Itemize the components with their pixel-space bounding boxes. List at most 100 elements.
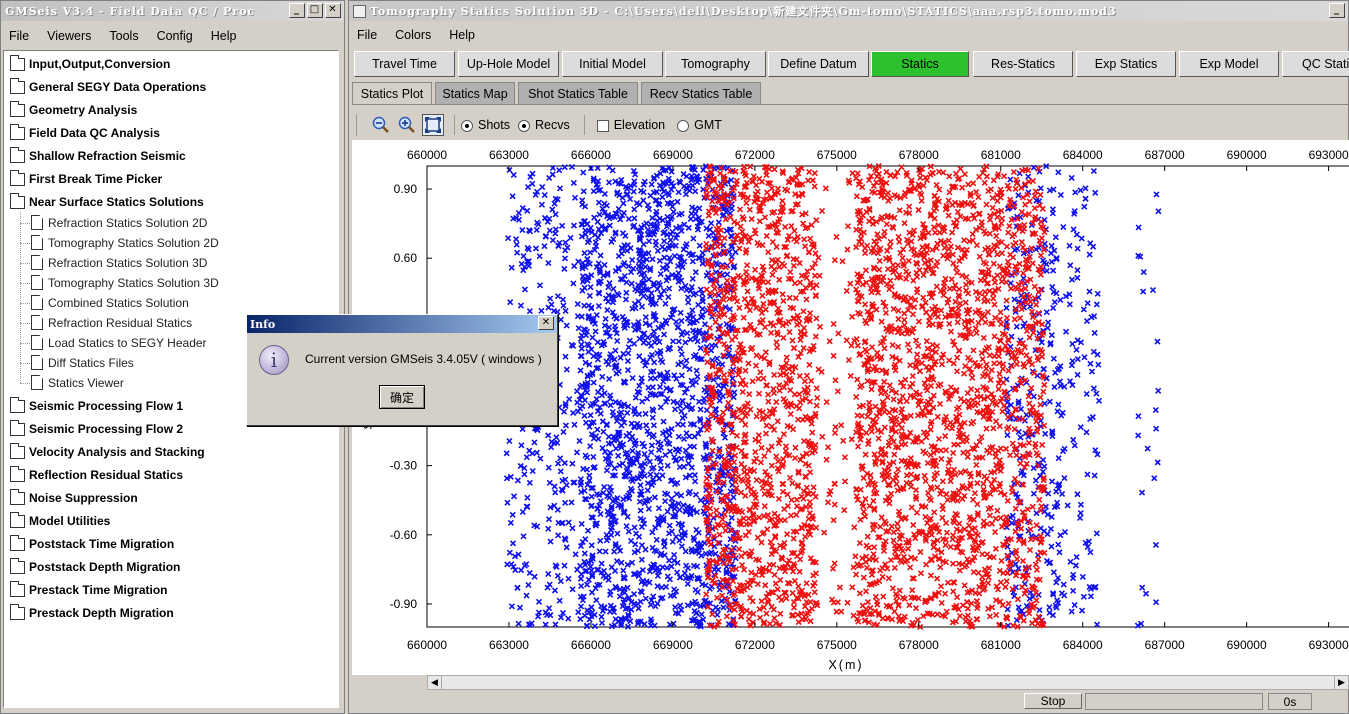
menu-colors[interactable]: Colors <box>393 26 433 44</box>
zoom-out-icon[interactable] <box>370 114 392 136</box>
tree-node-input-output-conversion[interactable]: Input,Output,Conversion <box>10 54 171 71</box>
shots-label: Shots <box>478 118 510 132</box>
tree-connector <box>20 323 30 324</box>
folder-icon <box>10 488 25 505</box>
tree-leaf-refraction-statics-solution-2d[interactable]: Refraction Statics Solution 2D <box>31 215 207 230</box>
gmt-radio[interactable]: GMT <box>677 118 722 132</box>
folder-icon <box>10 123 25 140</box>
tree-node-reflection-residual-statics[interactable]: Reflection Residual Statics <box>10 465 184 482</box>
tree-leaf-statics-viewer[interactable]: Statics Viewer <box>31 375 124 390</box>
tree-node-seismic-processing-flow-1[interactable]: Seismic Processing Flow 1 <box>10 396 183 413</box>
tree-connector <box>20 212 21 383</box>
tab-statics-map[interactable]: Statics Map <box>435 82 515 104</box>
folder-icon <box>10 54 25 71</box>
tree-node-prestack-time-migration[interactable]: Prestack Time Migration <box>10 580 168 597</box>
folder-icon <box>10 100 25 117</box>
tree-node-velocity-analysis-and-stacking[interactable]: Velocity Analysis and Stacking <box>10 442 205 459</box>
left-titlebar[interactable]: GMSeis V3.4 - Field Data QC / Proc _ □ ✕ <box>1 1 344 21</box>
tree-node-poststack-depth-migration[interactable]: Poststack Depth Migration <box>10 557 180 574</box>
right-window-title: Tomography Statics Solution 3D - C:\User… <box>370 5 1117 18</box>
fit-extent-icon[interactable] <box>422 114 444 136</box>
tree-connector <box>20 263 30 264</box>
tab-recv-statics-table[interactable]: Recv Statics Table <box>641 82 761 104</box>
tree-node-seismic-processing-flow-2[interactable]: Seismic Processing Flow 2 <box>10 419 183 436</box>
tab-statics-plot[interactable]: Statics Plot <box>352 82 432 105</box>
tree-leaf-combined-statics-solution[interactable]: Combined Statics Solution <box>31 295 189 310</box>
folder-icon <box>10 465 25 482</box>
tree-leaf-refraction-statics-solution-3d[interactable]: Refraction Statics Solution 3D <box>31 255 207 270</box>
left-window-title: GMSeis V3.4 - Field Data QC / Proc <box>5 4 256 18</box>
tree-node-noise-suppression[interactable]: Noise Suppression <box>10 488 138 505</box>
elevation-checkbox[interactable]: Elevation <box>596 118 665 132</box>
elevation-check-indicator <box>596 119 609 132</box>
tree-node-label: Input,Output,Conversion <box>29 57 171 71</box>
folder-icon <box>10 77 25 94</box>
document-icon <box>31 315 43 330</box>
folder-icon <box>10 442 25 459</box>
tree-leaf-label: Refraction Statics Solution 3D <box>48 255 208 270</box>
tree-leaf-tomography-statics-solution-3d[interactable]: Tomography Statics Solution 3D <box>31 275 219 290</box>
gmt-radio-indicator <box>677 119 690 132</box>
menu-file[interactable]: File <box>355 26 379 44</box>
tree-connector <box>20 383 30 384</box>
tab-shot-statics-table[interactable]: Shot Statics Table <box>518 82 638 104</box>
tree-leaf-label: Tomography Statics Solution 3D <box>48 275 219 290</box>
tomography-button[interactable]: Tomography <box>665 51 766 77</box>
tree-connector <box>20 223 30 224</box>
tree-leaf-label: Refraction Residual Statics <box>48 315 193 330</box>
exp-model-button[interactable]: Exp Model <box>1179 51 1279 77</box>
tree-node-label: Reflection Residual Statics <box>29 468 184 482</box>
tree-leaf-tomography-statics-solution-2d[interactable]: Tomography Statics Solution 2D <box>31 235 219 250</box>
tree-node-poststack-time-migration[interactable]: Poststack Time Migration <box>10 534 174 551</box>
tree-node-first-break-time-picker[interactable]: First Break Time Picker <box>10 169 162 186</box>
toolbar-separator <box>583 115 585 135</box>
tree-node-label: Prestack Time Migration <box>29 583 168 597</box>
travel-time-button[interactable]: Travel Time <box>354 51 455 77</box>
shots-radio[interactable]: Shots <box>461 118 510 132</box>
menu-viewers[interactable]: Viewers <box>45 27 93 45</box>
zoom-in-icon[interactable] <box>396 114 418 136</box>
tree-leaf-label: Combined Statics Solution <box>48 295 189 310</box>
tree-leaf-label: Refraction Statics Solution 2D <box>48 215 208 230</box>
tree-node-geometry-analysis[interactable]: Geometry Analysis <box>10 100 137 117</box>
res-statics-button[interactable]: Res-Statics <box>973 51 1073 77</box>
qc-statics-button[interactable]: QC Stati <box>1282 51 1349 77</box>
tree-node-general-segy-data-operations[interactable]: General SEGY Data Operations <box>10 77 206 94</box>
define-datum-button[interactable]: Define Datum <box>768 51 869 77</box>
tab-divider <box>352 104 1349 105</box>
tree-node-near-surface-statics-solutions[interactable]: Near Surface Statics Solutions <box>10 192 204 209</box>
tree-node-label: Noise Suppression <box>29 491 138 505</box>
recvs-radio[interactable]: Recvs <box>517 118 570 132</box>
folder-icon <box>10 534 25 551</box>
tree-connector <box>20 243 30 244</box>
tree-leaf-load-statics-to-segy-header[interactable]: Load Statics to SEGY Header <box>31 335 207 350</box>
folder-icon <box>10 146 25 163</box>
menu-file[interactable]: File <box>7 27 31 45</box>
tree-leaf-refraction-residual-statics[interactable]: Refraction Residual Statics <box>31 315 192 330</box>
tree-node-prestack-depth-migration[interactable]: Prestack Depth Migration <box>10 603 174 620</box>
plot-toolbar: Shots Recvs Elevation GMT <box>352 112 1349 138</box>
menu-config[interactable]: Config <box>155 27 195 45</box>
folder-icon <box>10 419 25 436</box>
toolbar-grip <box>356 114 360 136</box>
up-hole-model-button[interactable]: Up-Hole Model <box>458 51 559 77</box>
tree-leaf-diff-statics-files[interactable]: Diff Statics Files <box>31 355 134 370</box>
statics-button[interactable]: Statics <box>871 51 969 77</box>
exp-statics-button[interactable]: Exp Statics <box>1076 51 1176 77</box>
tree-node-shallow-refraction-seismic[interactable]: Shallow Refraction Seismic <box>10 146 186 163</box>
folder-icon <box>10 511 25 528</box>
minimize-icon[interactable]: _ <box>289 3 305 18</box>
tree-node-field-data-qc-analysis[interactable]: Field Data QC Analysis <box>10 123 160 140</box>
document-icon <box>31 375 43 390</box>
maximize-icon[interactable]: □ <box>307 3 323 18</box>
tree-node-model-utilities[interactable]: Model Utilities <box>10 511 110 528</box>
minimize-icon[interactable]: _ <box>1329 3 1345 18</box>
right-titlebar[interactable]: Tomography Statics Solution 3D - C:\User… <box>349 1 1348 21</box>
right-menubar: File Colors Help <box>349 24 1348 46</box>
menu-tools[interactable]: Tools <box>107 27 140 45</box>
menu-help[interactable]: Help <box>447 26 477 44</box>
initial-model-button[interactable]: Initial Model <box>562 51 663 77</box>
close-icon[interactable]: ✕ <box>325 3 341 18</box>
menu-help[interactable]: Help <box>209 27 239 45</box>
tree-leaf-label: Load Statics to SEGY Header <box>48 335 207 350</box>
